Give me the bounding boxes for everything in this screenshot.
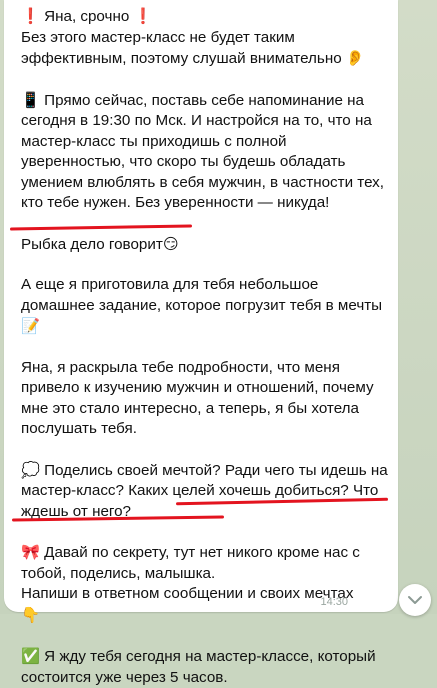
reminder-text: Прямо сейчас, поставь себе напоминание н… [21,92,384,212]
paragraph-reminder: 📱 Прямо сейчас, поставь себе напоминание… [21,90,393,214]
exclamation-icon: ❗ [134,7,153,25]
intro-title: Яна, срочно [44,8,129,25]
phone-icon: 📱 [21,91,40,109]
scroll-down-button[interactable] [399,584,431,616]
homework-text: А еще я приготовила для тебя небольшое д… [21,276,382,314]
paragraph-wait: ✅ Я жду тебя сегодня на мастер-классе, к… [21,646,393,688]
wait-text: Я жду тебя сегодня на мастер-классе, кот… [21,648,376,686]
dream-text: Поделись своей мечтой? Ради чего ты идеш… [21,462,388,520]
paragraph-fish: Рыбка дело говорит😏 [21,234,393,256]
paragraph-dream: 💭 Поделись своей мечтой? Ради чего ты ид… [21,460,393,523]
message-text: ❗ Яна, срочно ❗ Без этого мастер-класс н… [21,6,393,688]
story-text: Яна, я раскрыла тебе подробности, что ме… [21,359,374,438]
paragraph-secret: 🎀 Давай по секрету, тут нет никого кроме… [21,542,393,626]
speech-bubble-icon: 💭 [21,461,40,479]
ear-icon: 👂 [346,49,365,67]
paragraph-story: Яна, я раскрыла тебе подробности, что ме… [21,358,393,440]
secret-lead: Давай по секрету, [44,544,169,561]
check-icon: ✅ [21,647,40,665]
intro-body: Без этого мастер-класс не будет таким эф… [21,29,342,68]
exclamation-icon: ❗ [21,7,40,25]
memo-icon: 📝 [21,317,40,335]
point-down-icon: 👇 [21,606,40,624]
secret-tail: Напиши в ответном сообщении и своих мечт… [21,585,353,602]
paragraph-intro: ❗ Яна, срочно ❗ Без этого мастер-класс н… [21,6,393,70]
smirk-icon: 😏 [163,235,179,253]
paragraph-homework: А еще я приготовила для тебя небольшое д… [21,275,393,338]
message-bubble[interactable]: ❗ Яна, срочно ❗ Без этого мастер-класс н… [4,0,398,612]
message-time: 14:30 [320,596,348,608]
fish-text: Рыбка дело говорит [21,236,163,253]
chevron-down-icon [407,593,423,607]
ribbon-icon: 🎀 [21,543,40,561]
